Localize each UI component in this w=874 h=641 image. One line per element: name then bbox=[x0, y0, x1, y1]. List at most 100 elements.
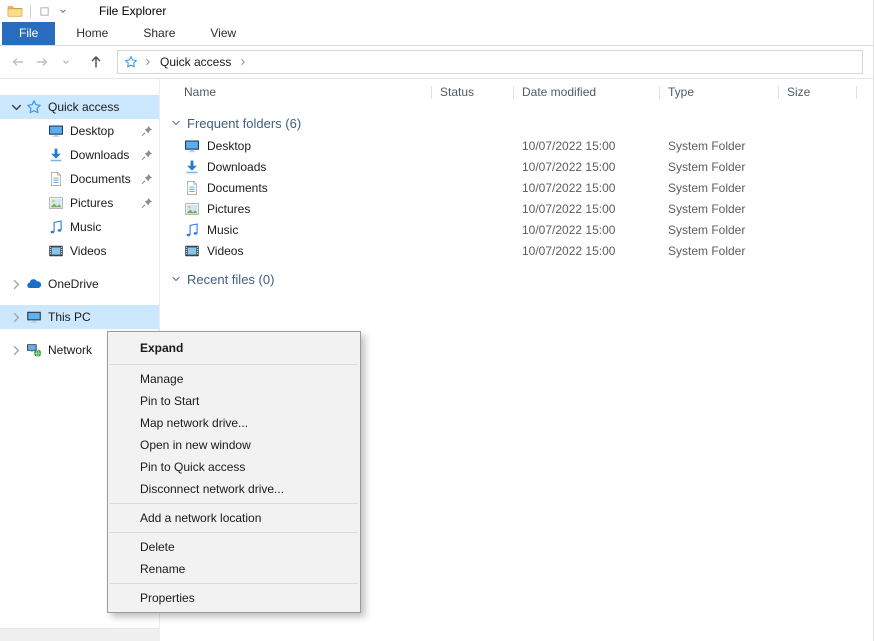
chevron-spacer bbox=[31, 244, 46, 259]
sidebar-item-label: Downloads bbox=[70, 148, 129, 162]
sidebar-item-label: Videos bbox=[70, 244, 106, 258]
ribbon-tabs: File Home Share View bbox=[0, 22, 873, 46]
menu-item-add-a-network-location[interactable]: Add a network location bbox=[108, 507, 360, 529]
qat-dropdown-icon[interactable] bbox=[58, 6, 68, 16]
menu-item-rename[interactable]: Rename bbox=[108, 558, 360, 580]
sidebar-item-onedrive[interactable]: OneDrive bbox=[0, 272, 159, 296]
tab-file[interactable]: File bbox=[2, 22, 55, 45]
chevron-spacer bbox=[31, 196, 46, 211]
back-button[interactable] bbox=[6, 50, 30, 74]
navigation-bar: Quick access bbox=[0, 46, 873, 79]
network-icon bbox=[26, 342, 42, 358]
tab-home[interactable]: Home bbox=[62, 22, 122, 45]
up-button[interactable] bbox=[84, 50, 108, 74]
address-bar[interactable]: Quick access bbox=[117, 50, 863, 74]
sidebar-item-label: Desktop bbox=[70, 124, 114, 138]
file-name: Documents bbox=[207, 181, 268, 195]
menu-separator bbox=[110, 532, 358, 533]
file-list: Frequent folders (6)Desktop10/07/2022 15… bbox=[160, 111, 873, 291]
cell-name: Documents bbox=[160, 180, 432, 196]
sidebar-item-downloads[interactable]: Downloads bbox=[0, 143, 159, 167]
recent-locations-dropdown[interactable] bbox=[54, 50, 78, 74]
cell-name: Downloads bbox=[160, 159, 432, 175]
file-row-pictures[interactable]: Pictures10/07/2022 15:00System Folder bbox=[160, 198, 873, 219]
group-header-frequent-folders-6[interactable]: Frequent folders (6) bbox=[160, 111, 873, 135]
window-title: File Explorer bbox=[99, 4, 166, 18]
menu-item-pin-to-start[interactable]: Pin to Start bbox=[108, 390, 360, 412]
cell-date-modified: 10/07/2022 15:00 bbox=[514, 160, 660, 174]
chevron-right-icon[interactable] bbox=[9, 343, 24, 358]
sidebar-item-music[interactable]: Music bbox=[0, 215, 159, 239]
column-headers: NameStatusDate modifiedTypeSize bbox=[160, 79, 873, 105]
sidebar-item-desktop[interactable]: Desktop bbox=[0, 119, 159, 143]
tab-view[interactable]: View bbox=[196, 22, 250, 45]
group-header-recent-files-0[interactable]: Recent files (0) bbox=[160, 267, 873, 291]
titlebar: File Explorer bbox=[0, 0, 873, 22]
file-row-videos[interactable]: Videos 10/07/2022 15:00System Folder bbox=[160, 240, 873, 261]
column-header-status[interactable]: Status bbox=[432, 79, 514, 105]
chevron-down-icon[interactable] bbox=[9, 100, 24, 115]
chevron-right-icon[interactable] bbox=[9, 277, 24, 292]
sidebar-item-label: Music bbox=[70, 220, 101, 234]
file-row-desktop[interactable]: Desktop10/07/2022 15:00System Folder bbox=[160, 135, 873, 156]
group-label: Recent files (0) bbox=[187, 272, 274, 287]
column-header-size[interactable]: Size bbox=[779, 79, 857, 105]
sidebar-item-label: This PC bbox=[48, 310, 91, 324]
qat-button-icon[interactable] bbox=[38, 5, 51, 18]
sidebar-item-videos[interactable]: Videos bbox=[0, 239, 159, 263]
breadcrumb-chevron-icon[interactable] bbox=[238, 57, 248, 67]
menu-separator bbox=[110, 503, 358, 504]
menu-item-properties[interactable]: Properties bbox=[108, 587, 360, 609]
menu-item-disconnect-network-drive[interactable]: Disconnect network drive... bbox=[108, 478, 360, 500]
sidebar-item-label: Pictures bbox=[70, 196, 113, 210]
file-row-downloads[interactable]: Downloads 10/07/2022 15:00System Folder bbox=[160, 156, 873, 177]
file-row-music[interactable]: Music10/07/2022 15:00System Folder bbox=[160, 219, 873, 240]
sidebar-item-pictures[interactable]: Pictures bbox=[0, 191, 159, 215]
sidebar-item-this-pc[interactable]: This PC bbox=[0, 305, 159, 329]
file-name: Desktop bbox=[207, 139, 251, 153]
collapse-chevron-icon[interactable] bbox=[170, 273, 182, 285]
pin-icon bbox=[140, 124, 154, 138]
cell-type: System Folder bbox=[660, 139, 779, 153]
menu-item-delete[interactable]: Delete bbox=[108, 536, 360, 558]
tab-share[interactable]: Share bbox=[129, 22, 189, 45]
sidebar-horizontal-scrollbar[interactable] bbox=[0, 628, 160, 641]
chevron-spacer bbox=[31, 148, 46, 163]
menu-item-pin-to-quick-access[interactable]: Pin to Quick access bbox=[108, 456, 360, 478]
menu-item-manage[interactable]: Manage bbox=[108, 368, 360, 390]
cell-type: System Folder bbox=[660, 223, 779, 237]
file-row-documents[interactable]: Documents10/07/2022 15:00System Folder bbox=[160, 177, 873, 198]
file-name: Videos bbox=[207, 244, 243, 258]
menu-separator bbox=[110, 583, 358, 584]
sidebar-item-quick-access[interactable]: Quick access bbox=[0, 95, 159, 119]
menu-item-open-in-new-window[interactable]: Open in new window bbox=[108, 434, 360, 456]
quick-access-star-icon bbox=[124, 55, 138, 69]
menu-item-expand[interactable]: Expand bbox=[108, 335, 360, 361]
documents-icon bbox=[48, 171, 64, 187]
breadcrumb-quick-access[interactable]: Quick access bbox=[158, 55, 233, 69]
videos-icon bbox=[48, 243, 64, 259]
file-name: Music bbox=[207, 223, 238, 237]
breadcrumb-chevron-icon[interactable] bbox=[143, 57, 153, 67]
sidebar-item-label: Documents bbox=[70, 172, 131, 186]
forward-button[interactable] bbox=[30, 50, 54, 74]
downloads-icon bbox=[184, 159, 200, 175]
cell-type: System Folder bbox=[660, 181, 779, 195]
chevron-spacer bbox=[31, 220, 46, 235]
menu-item-map-network-drive[interactable]: Map network drive... bbox=[108, 412, 360, 434]
column-header-date-modified[interactable]: Date modified bbox=[514, 79, 660, 105]
desktop-icon bbox=[184, 138, 200, 154]
cell-type: System Folder bbox=[660, 202, 779, 216]
sidebar-item-documents[interactable]: Documents bbox=[0, 167, 159, 191]
chevron-right-icon[interactable] bbox=[9, 310, 24, 325]
sidebar-item-label: OneDrive bbox=[48, 277, 99, 291]
cell-type: System Folder bbox=[660, 244, 779, 258]
cell-date-modified: 10/07/2022 15:00 bbox=[514, 244, 660, 258]
collapse-chevron-icon[interactable] bbox=[170, 117, 182, 129]
cell-type: System Folder bbox=[660, 160, 779, 174]
desktop-icon bbox=[48, 123, 64, 139]
column-header-name[interactable]: Name bbox=[160, 79, 432, 105]
onedrive-icon bbox=[26, 276, 42, 292]
column-header-type[interactable]: Type bbox=[660, 79, 779, 105]
cell-date-modified: 10/07/2022 15:00 bbox=[514, 202, 660, 216]
